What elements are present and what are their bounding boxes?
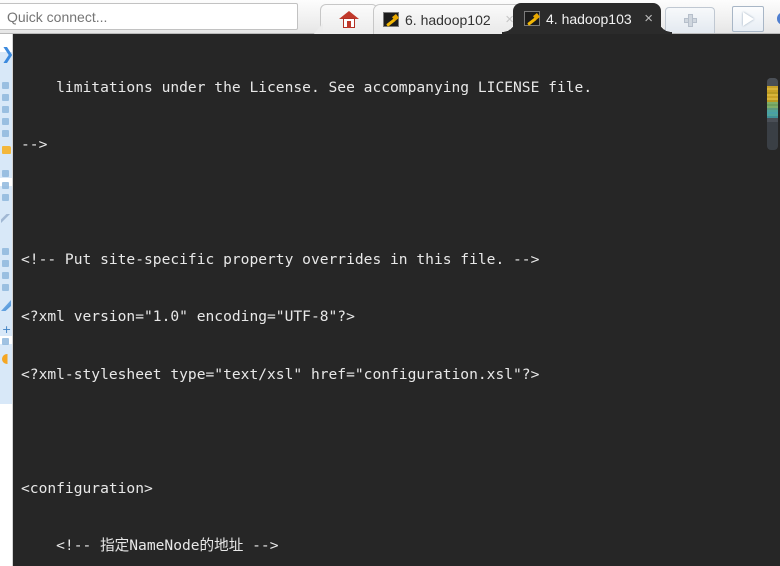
sidebar-item-icon[interactable] (2, 170, 9, 177)
quick-connect-input[interactable] (0, 3, 298, 30)
terminal-line: <?xml-stylesheet type="text/xsl" href="c… (21, 365, 540, 383)
home-tab-button[interactable] (320, 4, 378, 34)
tab-strip: 6. hadoop102 × 4. hadoop103 × ◐ (310, 0, 780, 34)
close-icon[interactable]: × (644, 11, 653, 26)
house-icon (339, 10, 359, 29)
sidebar-item-icon[interactable] (2, 182, 9, 189)
terminal-output: limitations under the License. See accom… (13, 34, 592, 566)
sidebar-item-icon[interactable] (2, 194, 9, 201)
terminal-line: --> (21, 136, 48, 154)
sidebar-item-icon[interactable] (2, 106, 9, 113)
terminal-line: <?xml version="1.0" encoding="UTF-8"?> (21, 308, 355, 326)
sidebar-item-icon[interactable] (2, 130, 9, 137)
sidebar-item-icon[interactable] (2, 272, 9, 279)
plug-icon (524, 11, 540, 26)
edge-glyph-icon: ◐ (776, 8, 780, 28)
sidebar-item-icon[interactable] (2, 82, 9, 89)
tab-label: 6. hadoop102 (405, 11, 491, 28)
window-toolbar: 6. hadoop102 × 4. hadoop103 × ◐ (0, 0, 780, 34)
terminal-line: <!-- Put site-specific property override… (21, 251, 540, 269)
folder-icon[interactable] (2, 146, 11, 154)
play-triangle-icon (742, 12, 754, 26)
scroll-minimap[interactable] (767, 78, 778, 150)
terminal-line: <configuration> (21, 480, 153, 498)
run-button[interactable] (732, 6, 764, 32)
tab-hadoop102[interactable]: 6. hadoop102 × (373, 4, 523, 34)
new-tab-button[interactable] (665, 7, 715, 33)
plus-icon (683, 14, 697, 27)
sidebar-item-icon[interactable] (2, 248, 9, 255)
chevron-right-icon[interactable]: ❯ (1, 46, 12, 62)
sidebar-item-icon[interactable] (2, 94, 9, 101)
tab-hadoop103[interactable]: 4. hadoop103 × (502, 3, 672, 34)
plug-icon (383, 12, 399, 27)
sidebar-item-icon[interactable] (2, 284, 9, 291)
sidebar-item-icon[interactable] (2, 338, 9, 345)
plus-small-icon[interactable]: + (2, 324, 11, 335)
terminal-line: <!-- 指定NameNode的地址 --> (21, 537, 279, 555)
sidebar-item-icon[interactable] (2, 118, 9, 125)
terminal-pane[interactable]: limitations under the License. See accom… (13, 34, 780, 566)
sidebar-selection-band (0, 344, 12, 404)
sidebar-selection-band (0, 52, 12, 178)
sidebar-item-icon[interactable] (2, 260, 9, 267)
tab-label: 4. hadoop103 (546, 10, 632, 27)
minimap-row (767, 120, 778, 122)
terminal-line: limitations under the License. See accom… (21, 79, 593, 97)
session-manager-panel[interactable]: ❯ + (0, 34, 13, 566)
